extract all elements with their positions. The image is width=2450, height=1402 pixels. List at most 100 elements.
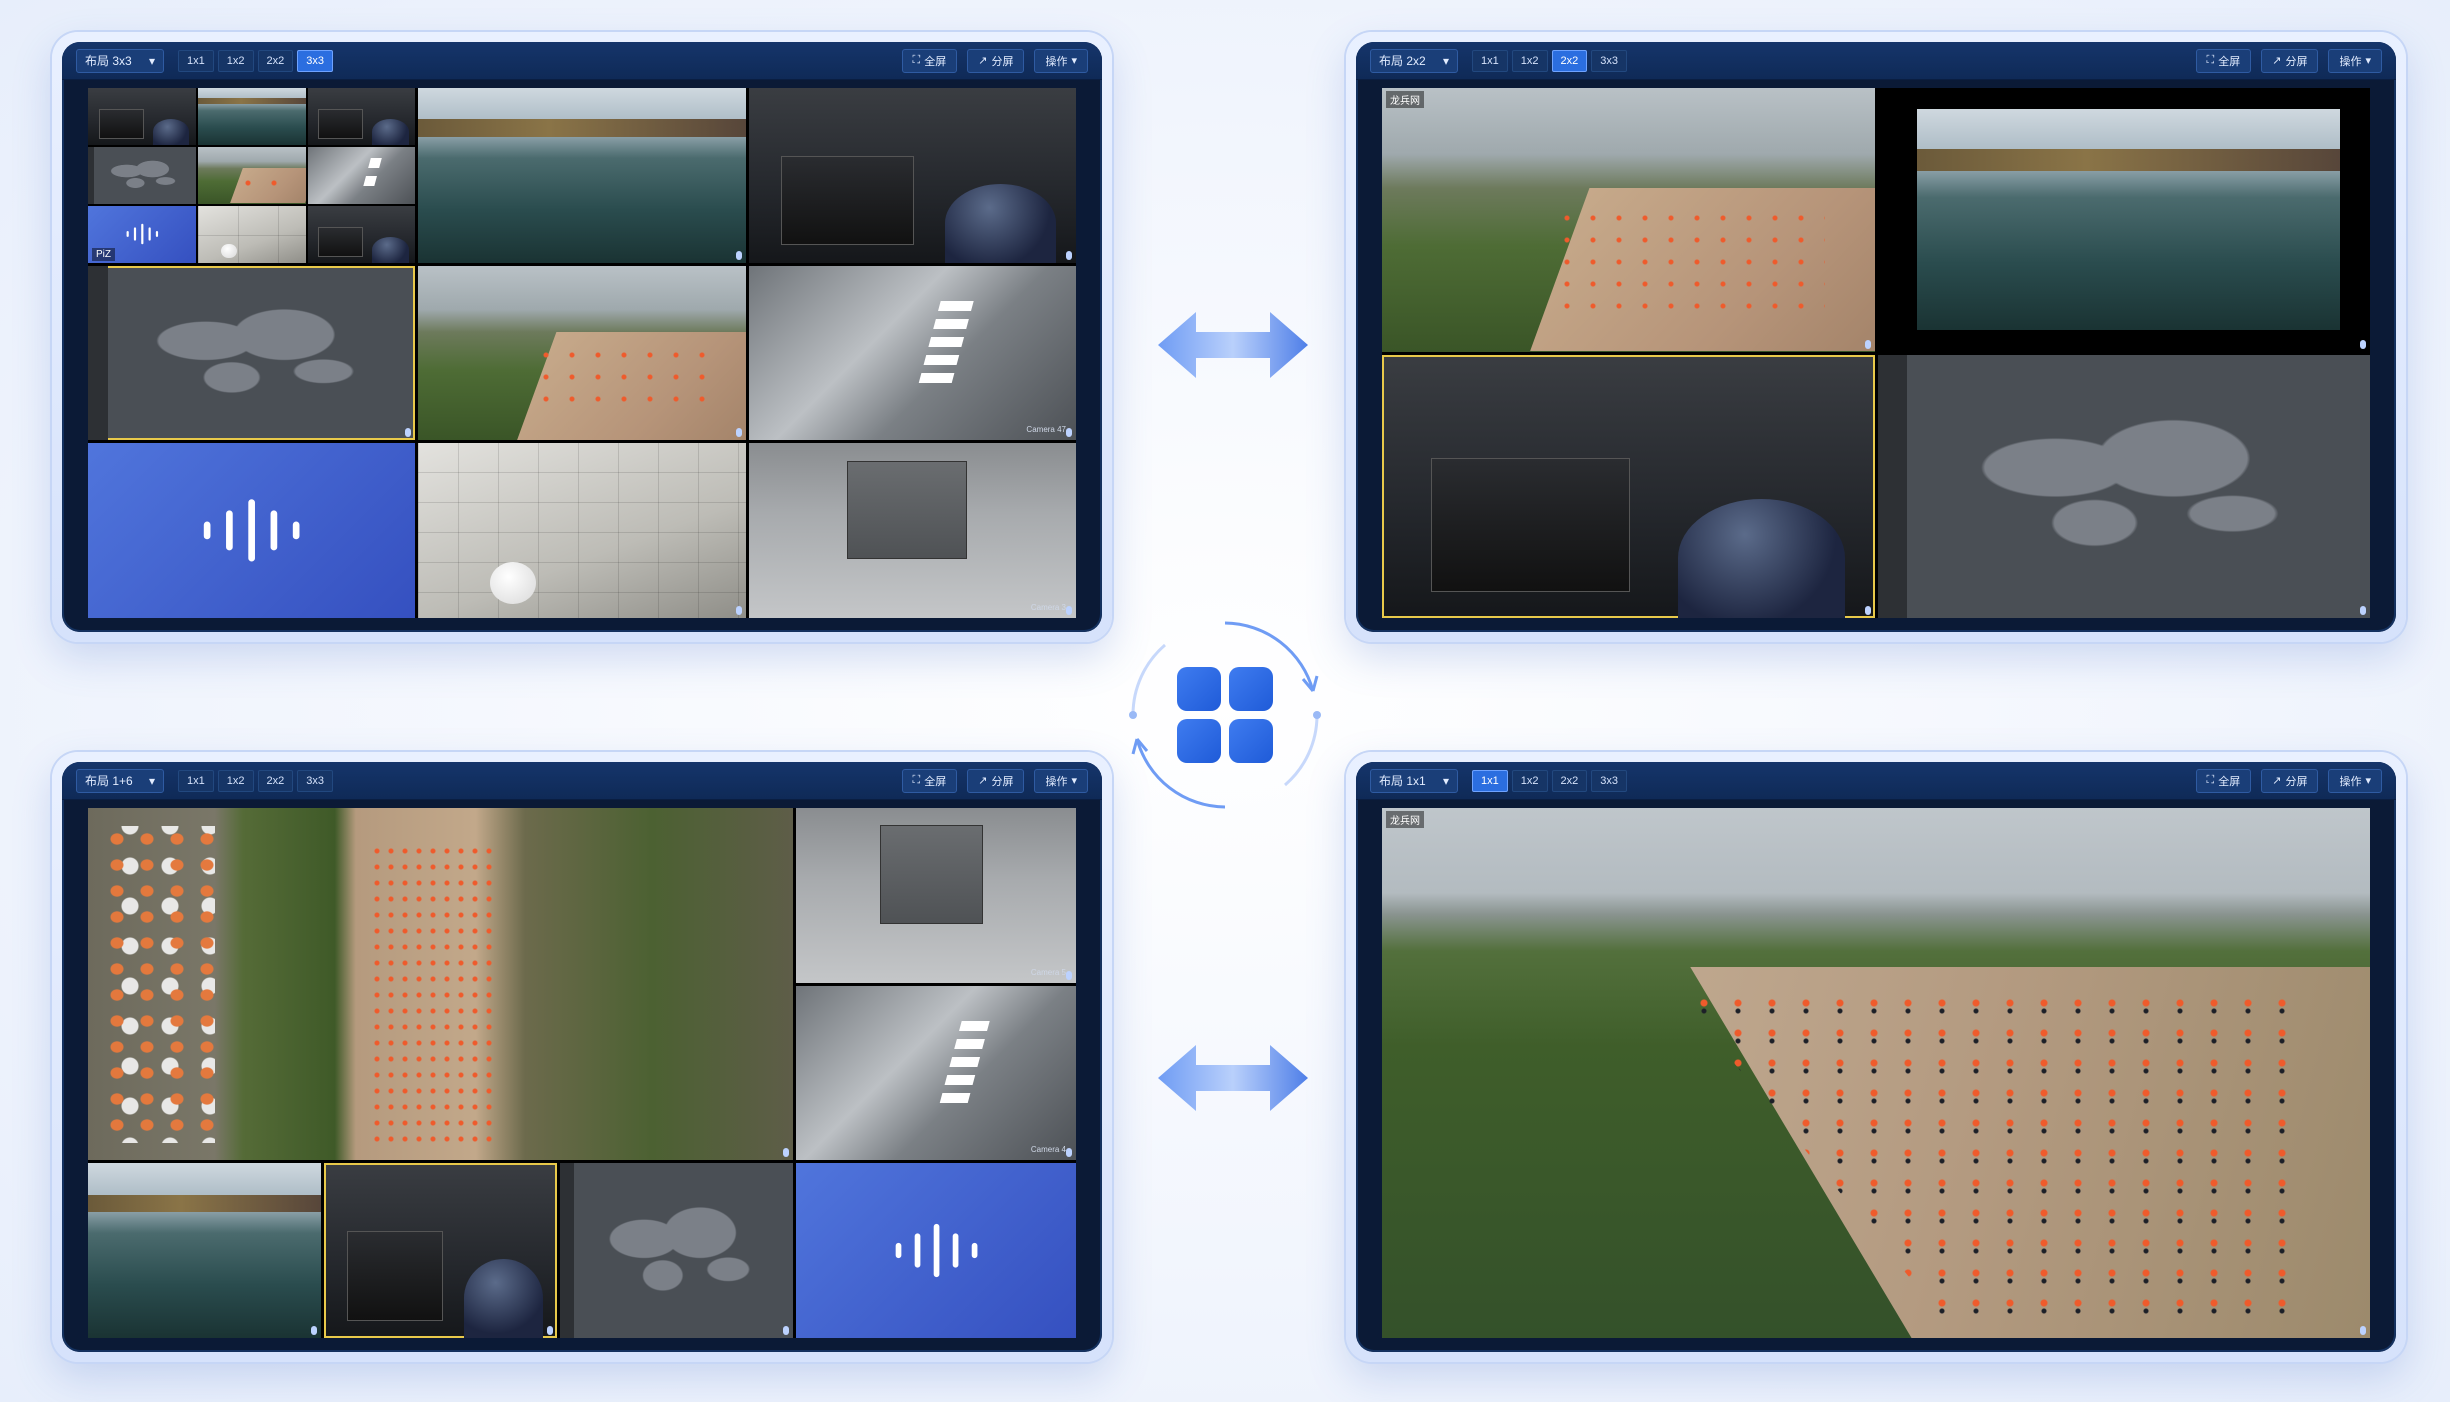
grid-3x3-button[interactable]: 3x3 — [1591, 769, 1627, 792]
layout-select[interactable]: 布局 1+6 ▾ — [76, 768, 164, 793]
split-button[interactable]: ↗ 分屏 — [2261, 768, 2319, 793]
microphone-icon — [311, 1326, 318, 1335]
microphone-icon — [735, 428, 742, 438]
fullscreen-button[interactable]: ⛶ 全屏 — [901, 768, 958, 793]
panel-top-right: 布局 2x2 ▾ 1x1 1x2 2x2 3x3 ⛶ 全屏 ↗ 分屏 操作 ▾ 龙兵网 — [1346, 32, 2406, 642]
camera-tag: Camera 4 — [1030, 1145, 1066, 1155]
sub-tile[interactable] — [88, 88, 196, 145]
share-icon: ↗ — [978, 55, 988, 67]
video-tile-main[interactable]: 龙兵网 — [1382, 808, 2370, 1338]
grid-1x2-button[interactable]: 1x2 — [1511, 49, 1548, 72]
operate-button[interactable]: 操作 ▾ — [2328, 48, 2382, 73]
video-tile[interactable]: PiZ — [88, 88, 416, 263]
sub-tile[interactable] — [197, 146, 306, 204]
fullscreen-label: 全屏 — [2218, 775, 2241, 788]
sub-tile[interactable] — [197, 205, 306, 263]
video-wall: 布局 3x3 ▾ 1x1 1x2 2x2 3x3 ⛶ 全屏 ↗ 分屏 操作 ▾ PiZ — [62, 42, 1102, 632]
video-tile[interactable]: Camera 5 — [796, 808, 1076, 983]
microphone-icon — [2360, 606, 2366, 615]
grid-3x3-button[interactable]: 3x3 — [1591, 49, 1627, 72]
sub-tile[interactable] — [307, 146, 416, 204]
microphone-icon — [1066, 606, 1072, 615]
video-tile[interactable] — [748, 88, 1076, 263]
tile-label: 龙兵网 — [1386, 811, 1424, 828]
layout-select[interactable]: 布局 1x1 ▾ — [1370, 768, 1458, 793]
operate-button[interactable]: 操作 ▾ — [1034, 768, 1088, 793]
video-tile[interactable] — [1877, 354, 2370, 618]
panel-top-left: 布局 3x3 ▾ 1x1 1x2 2x2 3x3 ⛶ 全屏 ↗ 分屏 操作 ▾ PiZ — [52, 32, 1112, 642]
sub-tile[interactable]: PiZ — [88, 205, 196, 263]
fullscreen-button[interactable]: ⛶ 全屏 — [901, 48, 958, 73]
share-icon: ↗ — [978, 775, 988, 787]
video-tile[interactable] — [1877, 88, 2370, 352]
video-grid: Camera 5 Camera 4 — [88, 808, 1076, 1338]
grid-1x2-button[interactable]: 1x2 — [217, 769, 254, 792]
video-tile[interactable]: 龙兵网 — [1382, 88, 1875, 352]
sub-tile[interactable] — [307, 205, 416, 263]
sub-tile[interactable] — [197, 88, 306, 145]
grid-2x2-button[interactable]: 2x2 — [1551, 49, 1588, 72]
microphone-icon — [735, 606, 742, 615]
grid-2x2-button[interactable]: 2x2 — [257, 769, 294, 792]
microphone-icon — [2360, 339, 2366, 349]
fullscreen-button[interactable]: ⛶ 全屏 — [2195, 768, 2252, 793]
chevron-down-icon: ▾ — [1442, 53, 1449, 68]
layout-select[interactable]: 布局 2x2 ▾ — [1370, 48, 1458, 73]
video-tile[interactable] — [796, 1163, 1076, 1338]
grid-1x1-button[interactable]: 1x1 — [178, 49, 214, 72]
layout-select[interactable]: 布局 3x3 ▾ — [76, 48, 164, 73]
sub-tile[interactable] — [88, 146, 196, 204]
operate-label: 操作 — [1045, 775, 1068, 788]
grid-2x2-button[interactable]: 2x2 — [1551, 769, 1588, 792]
fullscreen-label: 全屏 — [924, 775, 947, 788]
share-icon: ↗ — [2272, 55, 2282, 67]
chevron-down-icon: ▾ — [148, 773, 155, 788]
video-tile-main[interactable] — [88, 808, 794, 1161]
video-tile[interactable] — [1382, 354, 1875, 618]
grid-1x2-button[interactable]: 1x2 — [1511, 769, 1548, 792]
layout-grid-icon — [1129, 621, 1321, 809]
video-tile[interactable] — [418, 88, 746, 263]
chevron-down-icon: ▾ — [1071, 55, 1077, 67]
grid-3x3-button[interactable]: 3x3 — [297, 49, 333, 72]
video-tile[interactable] — [88, 265, 416, 441]
video-tile[interactable]: Camera 47 — [748, 265, 1076, 441]
grid-1x1-button[interactable]: 1x1 — [1472, 49, 1508, 72]
operate-label: 操作 — [2339, 55, 2362, 68]
camera-tag: Camera 3 — [1030, 603, 1066, 612]
layout-select-label: 布局 3x3 — [85, 54, 132, 68]
video-tile[interactable]: Camera 4 — [796, 985, 1076, 1161]
video-tile[interactable] — [88, 443, 416, 618]
sub-tile[interactable] — [307, 88, 416, 145]
video-frame — [1916, 109, 2341, 331]
layout-select-label: 布局 1x1 — [1379, 774, 1426, 788]
operate-button[interactable]: 操作 ▾ — [2328, 768, 2382, 793]
grid-1x1-button[interactable]: 1x1 — [1472, 769, 1508, 792]
microphone-icon — [547, 1326, 554, 1335]
microphone-icon — [2360, 1326, 2366, 1335]
grid-2x2-button[interactable]: 2x2 — [257, 49, 294, 72]
layout-select-label: 布局 1+6 — [85, 774, 133, 788]
video-tile[interactable]: Camera 3 — [748, 443, 1076, 618]
grid-3x3-button[interactable]: 3x3 — [297, 769, 333, 792]
fullscreen-icon: ⛶ — [2206, 774, 2215, 786]
grid-1x1-button[interactable]: 1x1 — [178, 769, 214, 792]
video-tile[interactable] — [324, 1163, 558, 1338]
toolbar: 布局 2x2 ▾ 1x1 1x2 2x2 3x3 ⛶ 全屏 ↗ 分屏 操作 ▾ — [1356, 42, 2396, 80]
microphone-icon — [1066, 250, 1072, 260]
chevron-down-icon: ▾ — [2365, 55, 2371, 67]
grid-1x2-button[interactable]: 1x2 — [217, 49, 254, 72]
video-tile[interactable] — [560, 1163, 794, 1338]
audio-waveform-icon — [203, 499, 300, 562]
split-button[interactable]: ↗ 分屏 — [967, 48, 1025, 73]
video-tile[interactable] — [418, 443, 746, 618]
fullscreen-button[interactable]: ⛶ 全屏 — [2195, 48, 2252, 73]
operate-button[interactable]: 操作 ▾ — [1034, 48, 1088, 73]
microphone-icon — [405, 428, 412, 438]
video-tile[interactable] — [418, 265, 746, 441]
video-tile[interactable] — [88, 1163, 322, 1338]
split-label: 分屏 — [991, 55, 1014, 68]
split-button[interactable]: ↗ 分屏 — [2261, 48, 2319, 73]
fullscreen-label: 全屏 — [924, 55, 947, 68]
split-button[interactable]: ↗ 分屏 — [967, 768, 1025, 793]
